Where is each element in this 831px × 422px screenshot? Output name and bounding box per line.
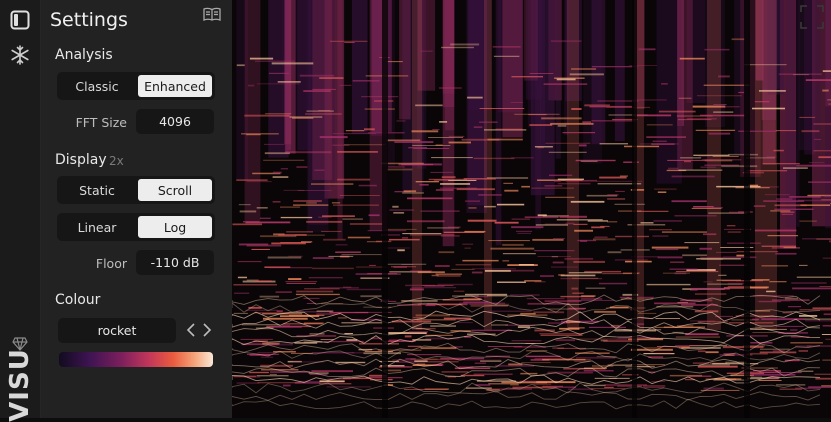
display-scale-note: 2x xyxy=(109,154,124,168)
book-icon[interactable] xyxy=(203,6,221,20)
enhanced-option[interactable]: Enhanced xyxy=(138,75,212,97)
snowflake-icon[interactable] xyxy=(8,43,32,67)
static-option[interactable]: Static xyxy=(60,179,134,201)
colour-gradient-preview xyxy=(59,352,213,367)
fft-size-select[interactable]: 4096 xyxy=(136,109,214,134)
sidebar-toggle-icon[interactable] xyxy=(8,8,32,32)
classic-option[interactable]: Classic xyxy=(60,75,134,97)
analysis-title: Analysis xyxy=(55,47,113,63)
chevron-left-icon[interactable] xyxy=(184,321,198,339)
scroll-option[interactable]: Scroll xyxy=(138,179,212,201)
spectrogram-canvas xyxy=(232,0,831,418)
expand-icon[interactable] xyxy=(799,4,825,30)
left-rail: VISU xyxy=(0,0,41,418)
display-title: Display xyxy=(55,152,107,168)
linear-option[interactable]: Linear xyxy=(60,216,134,238)
panel-title: Settings xyxy=(50,9,128,31)
log-option[interactable]: Log xyxy=(138,216,212,238)
analysis-mode-toggle: Classic Enhanced xyxy=(57,72,215,100)
brand-logo: VISU xyxy=(2,348,38,418)
floor-label: Floor xyxy=(57,256,127,271)
spectrogram-view[interactable] xyxy=(232,0,831,418)
scroll-mode-toggle: Static Scroll xyxy=(57,176,215,204)
colour-title: Colour xyxy=(55,292,100,308)
colour-map-select[interactable]: rocket xyxy=(58,318,176,343)
floor-input[interactable]: -110 dB xyxy=(136,250,214,275)
frequency-scale-toggle: Linear Log xyxy=(57,213,215,241)
fft-size-label: FFT Size xyxy=(57,115,127,130)
brand-text: VISU xyxy=(5,348,35,422)
settings-panel: Settings Analysis Classic Enhanced FFT S… xyxy=(41,0,232,418)
chevron-right-icon[interactable] xyxy=(200,321,214,339)
